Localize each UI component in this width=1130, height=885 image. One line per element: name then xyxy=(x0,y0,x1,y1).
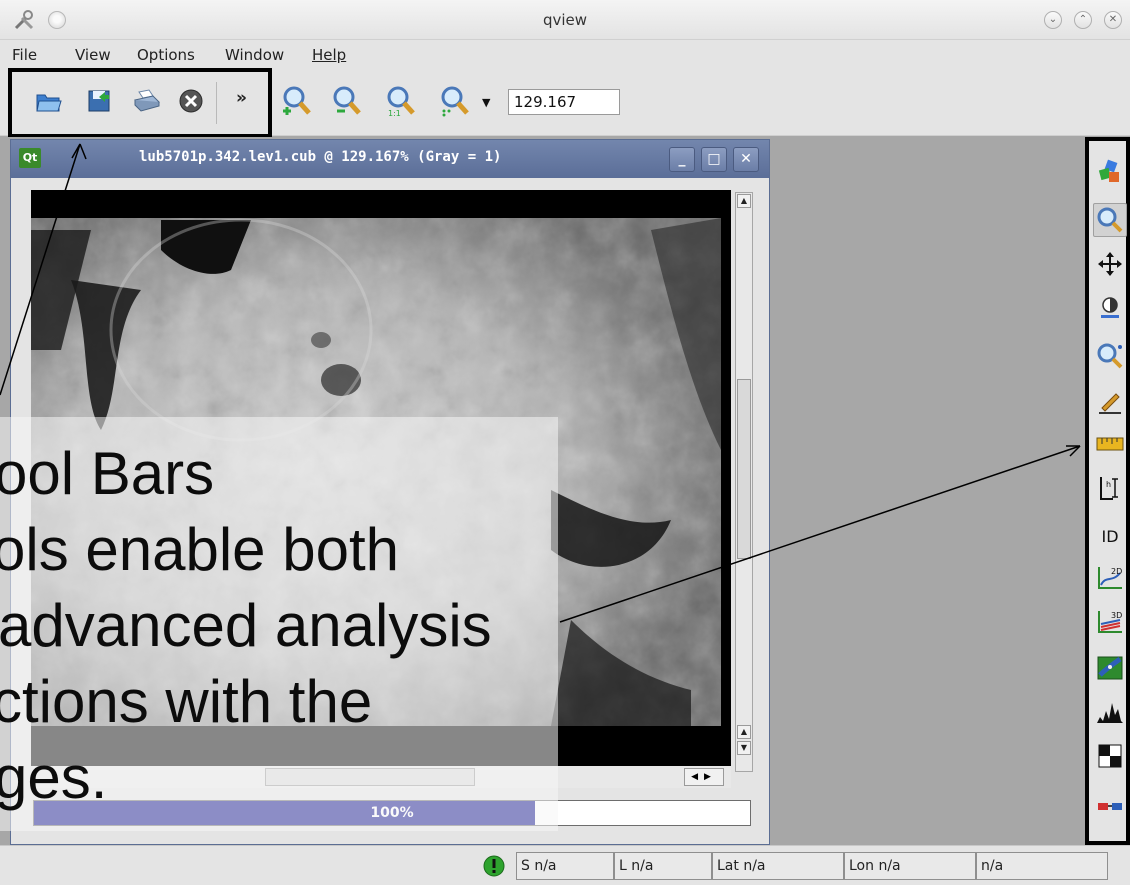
status-bar: S n/a L n/a Lat n/a Lon n/a n/a xyxy=(0,845,1130,885)
close-window-icon[interactable]: ✕ xyxy=(1104,11,1122,29)
histogram-icon[interactable] xyxy=(1093,695,1127,729)
line-readout: L n/a xyxy=(614,852,712,880)
zoom-out-icon[interactable] xyxy=(330,84,364,118)
toolbar-highlight-box xyxy=(8,68,272,138)
tool-bar-right: h ID 2D 3D xyxy=(1085,137,1130,845)
svg-text:1:1: 1:1 xyxy=(388,109,401,117)
subwindow-minimize-button[interactable]: _ xyxy=(669,147,695,172)
stereo-icon[interactable] xyxy=(1093,739,1127,773)
menu-bar: File View Options Window Help xyxy=(0,40,1130,70)
subwindow-title: lub5701p.342.lev1.cub @ 129.167% (Gray =… xyxy=(139,149,502,165)
annotation-text-panel: ool Bars ols enable both advanced analys… xyxy=(0,417,558,831)
zoom-input[interactable] xyxy=(508,89,620,115)
edit-icon[interactable] xyxy=(1093,385,1127,419)
id-tool-button[interactable]: ID xyxy=(1093,519,1127,553)
zoom-actual-icon[interactable]: 1:1 xyxy=(384,84,418,118)
menu-options[interactable]: Options xyxy=(137,46,195,64)
svg-text:h: h xyxy=(1106,480,1111,489)
svg-text:2D: 2D xyxy=(1111,567,1122,576)
scroll-left-right-icon[interactable]: ◀▶ xyxy=(684,768,724,786)
annotation-line-1: ool Bars xyxy=(0,440,215,507)
vertical-scroll-thumb[interactable] xyxy=(737,379,751,559)
window-title: qview xyxy=(542,11,588,29)
zoom-in-icon[interactable] xyxy=(280,84,314,118)
vertical-scrollbar[interactable]: ▲ ▲ ▼ xyxy=(735,192,753,772)
plot-3d-icon[interactable]: 3D xyxy=(1093,605,1127,639)
subwindow-close-button[interactable]: ✕ xyxy=(733,147,759,172)
annotation-line-3: advanced analysis xyxy=(0,592,492,659)
plot-2d-icon[interactable]: 2D xyxy=(1093,561,1127,595)
warning-icon[interactable] xyxy=(483,855,505,877)
scroll-up-icon[interactable]: ▲ xyxy=(737,194,751,208)
menu-file[interactable]: File xyxy=(12,46,37,64)
zoom-dropdown-arrow-icon[interactable]: ▼ xyxy=(482,96,490,109)
svg-text:3D: 3D xyxy=(1111,611,1122,620)
longitude-readout: Lon n/a xyxy=(844,852,976,880)
find-icon[interactable] xyxy=(1093,339,1127,373)
histogram-label-icon[interactable]: h xyxy=(1093,471,1127,505)
scatter-icon[interactable] xyxy=(1093,651,1127,685)
window-titlebar: qview ⌄ ⌃ ✕ xyxy=(0,0,1130,40)
stretch-icon[interactable] xyxy=(1093,291,1127,325)
measure-icon[interactable] xyxy=(1093,427,1127,461)
pixel-value-readout: n/a xyxy=(976,852,1108,880)
menu-help[interactable]: Help xyxy=(312,46,346,64)
maximize-icon[interactable]: ⌃ xyxy=(1074,11,1092,29)
annotation-line-4: ctions with the xyxy=(0,668,373,735)
scroll-down-icon[interactable]: ▼ xyxy=(737,741,751,755)
latitude-readout: Lat n/a xyxy=(712,852,844,880)
glasses-icon[interactable] xyxy=(1093,789,1127,823)
menu-window[interactable]: Window xyxy=(225,46,284,64)
subwindow-titlebar[interactable]: Qt lub5701p.342.lev1.cub @ 129.167% (Gra… xyxy=(11,140,769,178)
annotation-line-5: ges. xyxy=(0,744,108,811)
zoom-fit-icon[interactable] xyxy=(438,84,472,118)
qt-logo-icon: Qt xyxy=(19,148,41,168)
minimize-icon[interactable]: ⌄ xyxy=(1044,11,1062,29)
blend-icon[interactable] xyxy=(1093,155,1127,189)
pan-icon[interactable] xyxy=(1093,247,1127,281)
annotation-line-2: ols enable both xyxy=(0,516,399,583)
subwindow-maximize-button[interactable]: □ xyxy=(701,147,727,172)
menu-view[interactable]: View xyxy=(75,46,111,64)
zoom-icon[interactable] xyxy=(1093,203,1127,237)
scroll-up-icon-lower[interactable]: ▲ xyxy=(737,725,751,739)
sample-readout: S n/a xyxy=(516,852,614,880)
